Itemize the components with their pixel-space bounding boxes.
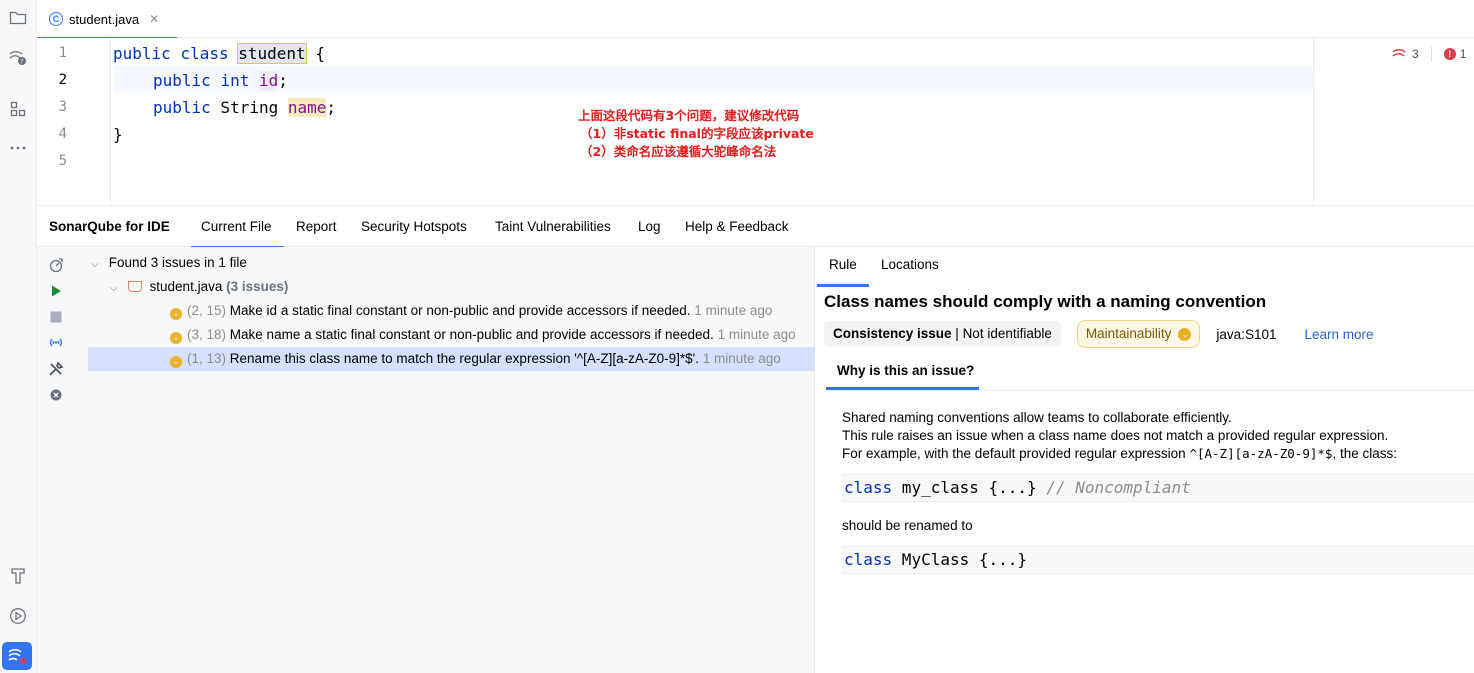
refresh-analysis-icon[interactable] [48, 257, 64, 273]
learn-more-link[interactable]: Learn more [1304, 327, 1373, 342]
issue-position: (3, 18) [187, 327, 227, 342]
maintainability-badge: Maintainability ⌄ [1076, 320, 1201, 348]
line-number: 1 [58, 45, 67, 61]
sonarqube-tool-icon[interactable] [2, 642, 32, 670]
issue-position: (1, 13) [187, 351, 227, 366]
tab-log[interactable]: Log [638, 206, 661, 248]
chevron-down-icon[interactable]: ⌵ [110, 277, 124, 301]
structure-icon[interactable] [6, 97, 30, 121]
medium-severity-icon: ⌄ [1178, 327, 1192, 341]
close-tab-icon[interactable]: ✕ [149, 12, 159, 26]
annotation-line: （1）非static final的字段应该private [580, 126, 814, 141]
tab-security-hotspots[interactable]: Security Hotspots [361, 206, 467, 248]
code-line-2: public int id; [153, 71, 288, 90]
auto-scroll-icon[interactable] [48, 335, 64, 351]
compliant-code-example: class MyClass {...} [842, 546, 1474, 574]
java-class-icon: C [49, 12, 63, 26]
project-folder-icon[interactable] [6, 6, 30, 30]
rule-description: Shared naming conventions allow teams to… [842, 410, 1397, 461]
error-icon: ! [1443, 48, 1456, 60]
current-line-highlight [113, 66, 1473, 93]
issue-tree: ⌵ Found 3 issues in 1 file ⌵ student.jav… [77, 247, 815, 673]
chevron-down-icon[interactable]: ⌵ [91, 253, 105, 277]
java-file-icon [127, 281, 142, 292]
rule-details-panel: Rule Locations Class names should comply… [815, 247, 1474, 673]
tab-taint-vulnerabilities[interactable]: Taint Vulnerabilities [495, 206, 611, 248]
tree-file-row[interactable]: ⌵ student.java (3 issues) [110, 275, 288, 299]
tool-action-strip [37, 247, 77, 673]
errors-count: 1 [1459, 47, 1467, 61]
file-tab-label: student.java [69, 11, 140, 27]
issue-position: (2, 15) [187, 303, 227, 318]
sonarqube-tool-header: SonarQube for IDE Current File Report Se… [37, 205, 1474, 249]
inspection-widget[interactable]: 3 ! 1 [1392, 46, 1466, 62]
stop-analysis-icon[interactable] [48, 309, 64, 325]
editor-right-area: 3 ! 1 [1313, 38, 1474, 205]
annotation-line: 上面这段代码有3个问题，建议修改代码 [578, 108, 800, 123]
tab-rule[interactable]: Rule [817, 247, 869, 287]
tab-current-file[interactable]: Current File [191, 206, 283, 249]
issue-time: 1 minute ago [717, 327, 796, 342]
settings-tools-icon[interactable] [48, 361, 64, 377]
annotation-line: （2）类命名应该遵循大驼峰命名法 [580, 144, 777, 159]
class-name-token[interactable]: student [237, 43, 307, 64]
noncompliant-code-example: class my_class {...} // Noncompliant [842, 474, 1474, 502]
issue-message: Rename this class name to match the regu… [229, 351, 699, 366]
more-tools-icon[interactable] [6, 136, 30, 160]
issues-summary: Found 3 issues in 1 file [108, 255, 247, 270]
field-name-token[interactable]: name [287, 98, 327, 117]
code-line-3: public String name; [153, 98, 337, 117]
warnings-count: 3 [1412, 47, 1419, 61]
run-analysis-icon[interactable] [48, 283, 64, 299]
code-area[interactable]: public class student { public int id; pu… [113, 38, 1473, 205]
tool-window-title: SonarQube for IDE [49, 219, 170, 234]
line-number-gutter: 1 2 3 4 5 [37, 38, 111, 205]
issue-row-selected[interactable]: ⌄ (1, 13) Rename this class name to match… [170, 347, 781, 371]
tab-why-is-this-an-issue[interactable]: Why is this an issue? [837, 363, 974, 378]
line-number: 3 [58, 99, 67, 115]
svg-text:?: ? [20, 59, 23, 66]
renamed-text: should be renamed to [842, 518, 973, 533]
tab-locations[interactable]: Locations [881, 247, 939, 287]
line-number: 5 [58, 153, 67, 169]
field-id-token[interactable]: id [258, 71, 279, 90]
issue-message: Make id a static final constant or non-p… [229, 303, 691, 318]
issue-time: 1 minute ago [694, 303, 773, 318]
code-line-4: } [113, 125, 123, 144]
rule-title: Class names should comply with a naming … [824, 292, 1267, 311]
medium-severity-icon: ⌄ [170, 332, 182, 344]
clear-results-icon[interactable] [48, 387, 64, 403]
code-editor[interactable]: 1 2 3 4 5 public class student { public … [37, 38, 1473, 205]
rule-key: java:S101 [1216, 326, 1277, 342]
sonarlint-help-icon[interactable]: ? [6, 45, 30, 69]
issue-row[interactable]: ⌄ (2, 15) Make id a static final constant… [170, 299, 772, 323]
tab-help-feedback[interactable]: Help & Feedback [685, 206, 789, 248]
medium-severity-icon: ⌄ [170, 356, 182, 368]
code-line-1: public class student { [113, 43, 325, 64]
issue-row[interactable]: ⌄ (3, 18) Make name a static final consta… [170, 323, 796, 347]
line-number: 4 [58, 126, 67, 142]
issue-time: 1 minute ago [702, 351, 781, 366]
issue-message: Make name a static final constant or non… [229, 327, 714, 342]
build-hammer-icon[interactable] [6, 564, 30, 588]
sonar-warning-icon [1392, 49, 1406, 57]
left-toolbar: ? [0, 0, 37, 673]
annotation-note: 上面这段代码有3个问题，建议修改代码 （1）非static final的字段应该… [578, 107, 814, 161]
file-tab-student-java[interactable]: C student.java ✕ [37, 0, 177, 39]
rule-meta-row: Consistency issue | Not identifiable Mai… [824, 320, 1374, 348]
tree-summary-row[interactable]: ⌵ Found 3 issues in 1 file [91, 251, 247, 275]
line-number: 2 [58, 72, 67, 88]
run-services-icon[interactable] [6, 604, 30, 628]
file-issue-count: (3 issues) [226, 279, 289, 294]
editor-tab-bar: C student.java ✕ [37, 0, 1474, 39]
medium-severity-icon: ⌄ [170, 308, 182, 320]
tab-report[interactable]: Report [296, 206, 337, 248]
file-name: student.java [149, 279, 223, 294]
consistency-badge: Consistency issue | Not identifiable [824, 321, 1061, 347]
